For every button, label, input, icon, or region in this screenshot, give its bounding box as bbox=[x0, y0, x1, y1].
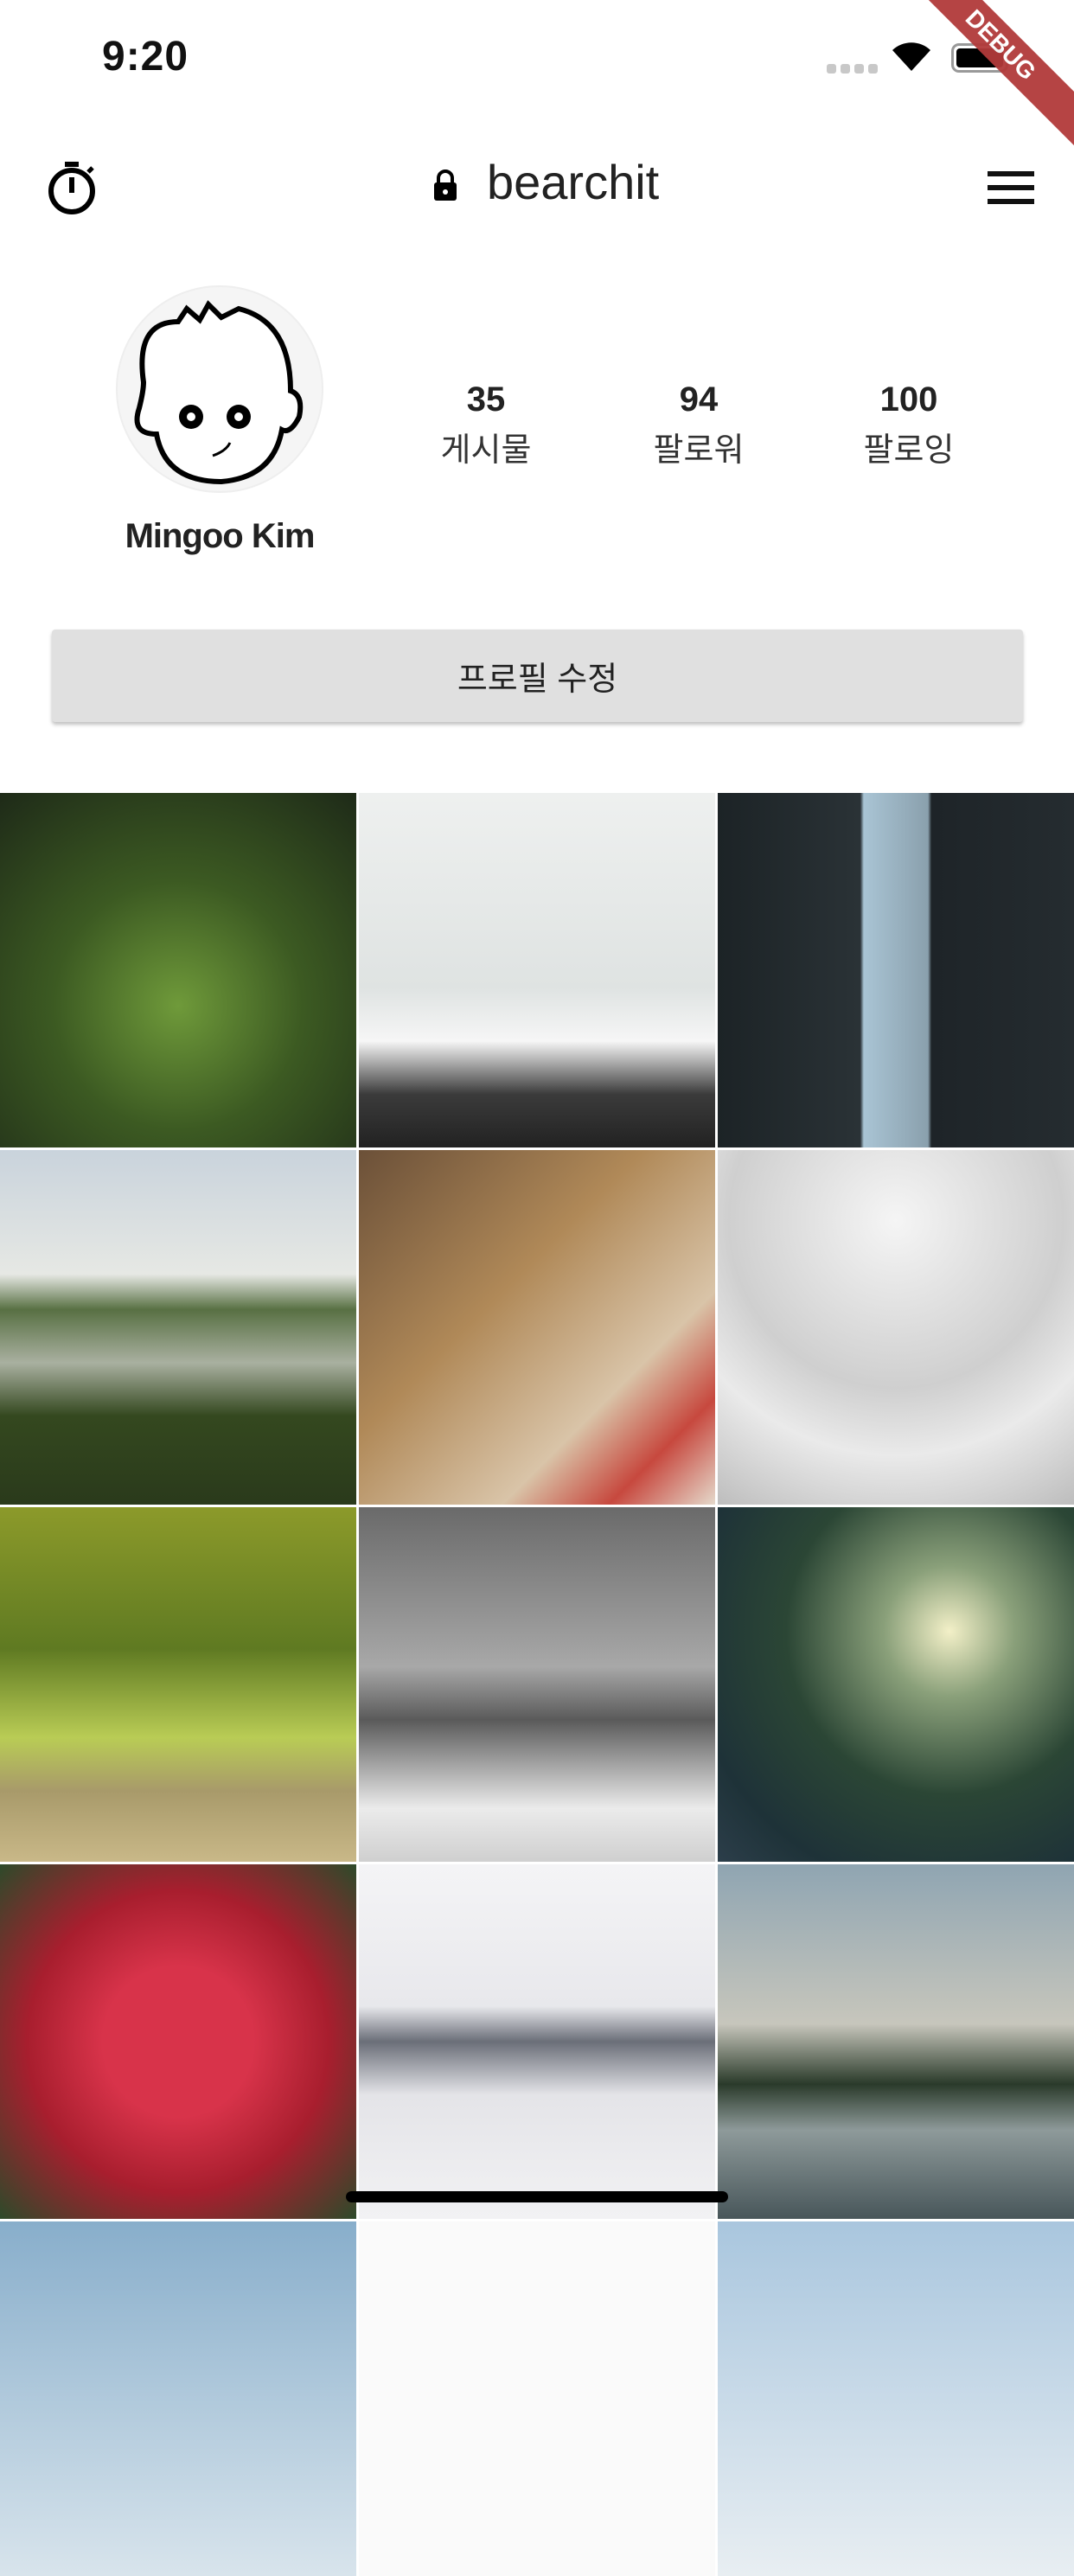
home-indicator[interactable] bbox=[346, 2191, 728, 2202]
photo-tile[interactable] bbox=[0, 1864, 356, 2219]
photo-tile[interactable] bbox=[0, 2221, 356, 2576]
stat-value: 94 bbox=[679, 380, 719, 419]
status-time: 9:20 bbox=[102, 34, 189, 80]
photo-tile[interactable] bbox=[0, 793, 356, 1147]
photo-tile[interactable] bbox=[718, 1507, 1074, 1862]
debug-banner: DEBUG bbox=[885, 0, 1074, 160]
edit-profile-button[interactable]: 프로필 수정 bbox=[52, 630, 1023, 722]
photo-tile[interactable] bbox=[718, 793, 1074, 1147]
photo-grid bbox=[0, 793, 1074, 2576]
app-title: bearchit bbox=[487, 155, 660, 209]
lock-icon bbox=[434, 169, 457, 201]
photo-tile[interactable] bbox=[718, 1150, 1074, 1505]
avatar[interactable] bbox=[116, 285, 323, 493]
photo-tile[interactable] bbox=[359, 2221, 715, 2576]
photo-tile[interactable] bbox=[359, 793, 715, 1147]
signal-icon bbox=[827, 64, 878, 74]
stopwatch-icon[interactable] bbox=[45, 160, 99, 215]
photo-tile[interactable] bbox=[359, 1150, 715, 1505]
photo-tile[interactable] bbox=[718, 1864, 1074, 2219]
photo-tile[interactable] bbox=[359, 1507, 715, 1862]
stat-value: 100 bbox=[879, 380, 938, 419]
stat-following[interactable]: 100 팔로잉 bbox=[822, 380, 995, 470]
stat-label: 팔로워 bbox=[653, 432, 745, 469]
photo-tile[interactable] bbox=[359, 1864, 715, 2219]
stat-value: 35 bbox=[466, 380, 506, 419]
stat-followers[interactable]: 94 팔로워 bbox=[612, 380, 785, 470]
photo-tile[interactable] bbox=[0, 1150, 356, 1505]
stat-posts[interactable]: 35 게시물 bbox=[400, 380, 572, 470]
photo-tile[interactable] bbox=[0, 1507, 356, 1862]
photo-tile[interactable] bbox=[718, 2221, 1074, 2576]
stat-label: 팔로잉 bbox=[863, 432, 955, 469]
stat-label: 게시물 bbox=[440, 432, 532, 469]
profile-name: Mingoo Kim bbox=[125, 517, 316, 555]
menu-icon[interactable] bbox=[988, 171, 1034, 213]
wifi-icon bbox=[892, 42, 930, 71]
